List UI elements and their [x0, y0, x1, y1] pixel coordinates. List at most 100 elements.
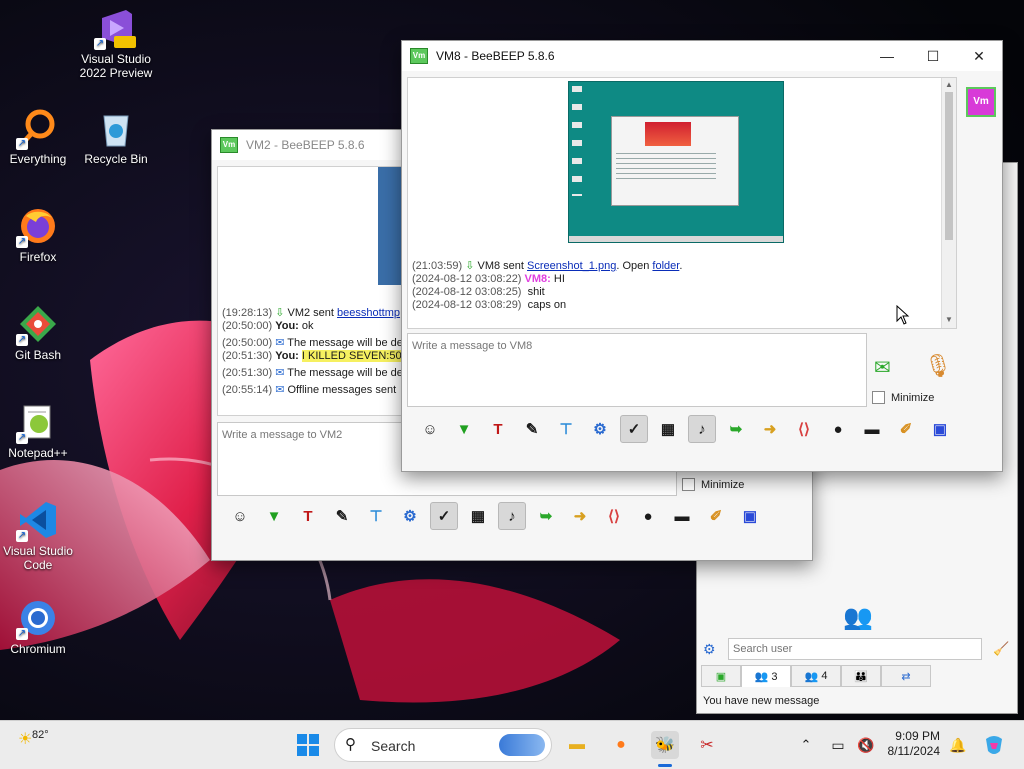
font-icon[interactable]: T [294, 502, 322, 530]
send-file-icon[interactable]: ➥ [722, 415, 750, 443]
vm8-titlebar[interactable]: Vm VM8 - BeeBEEP 5.8.6 — ☐ ✕ [402, 41, 1002, 71]
arrow-down-icon[interactable]: ▼ [450, 415, 478, 443]
scroll-up-icon[interactable]: ▲ [945, 78, 953, 91]
shortcut-arrow-icon: ↗ [16, 530, 28, 542]
thumbnail-window [611, 116, 739, 206]
desktop-icon-label: Chromium [10, 642, 66, 656]
thumbnail-desktop-icons [572, 86, 582, 196]
color-pencil-icon[interactable]: ✎ [328, 502, 356, 530]
vm2-file-link[interactable]: beesshottmp [337, 307, 400, 319]
desktop-icon-recycle-bin[interactable]: Recycle Bin [78, 108, 154, 166]
beebeep-taskbar-icon[interactable]: 🐝 [651, 731, 679, 759]
vm2-minimize-option[interactable]: Minimize [682, 478, 744, 491]
close-button[interactable]: ✕ [956, 41, 1002, 71]
taskbar-search[interactable]: ⚲ Search [334, 728, 552, 762]
minimize-button[interactable]: — [864, 41, 910, 71]
tab-groups[interactable]: 👥 4 [791, 665, 841, 687]
font-icon[interactable]: T [484, 415, 512, 443]
clock-date: 8/11/2024 [887, 744, 941, 758]
maximize-button[interactable]: ☐ [910, 41, 956, 71]
weather-widget[interactable]: ☀ 82° [18, 729, 58, 761]
vm8-folder-link[interactable]: folder [652, 260, 679, 272]
shortcut-arrow-icon: ↗ [16, 628, 28, 640]
tab-users[interactable]: 👥 3 [741, 665, 791, 687]
notes-icon[interactable]: ✐ [702, 502, 730, 530]
scrollbar-thumb[interactable] [945, 92, 953, 240]
desktop-icon-label: Firefox [19, 250, 57, 264]
chevron-up-icon[interactable]: ⌃ [792, 731, 820, 759]
terminal-icon[interactable]: ▬ [858, 415, 886, 443]
filter-icon[interactable]: ⊤ [552, 415, 580, 443]
search-user-input[interactable] [728, 638, 982, 660]
contacts-avatar-icon: 👥 [843, 604, 873, 631]
desktop-icon-vscode[interactable]: ↗ Visual Studio Code [0, 500, 76, 572]
vm8-file-link[interactable]: Screenshot_1.png [527, 260, 616, 272]
desktop-icon-chromium[interactable]: ↗ Chromium [0, 598, 76, 656]
screenshot-icon[interactable]: ● [634, 502, 662, 530]
desktop-icon-git-bash[interactable]: ↗ Git Bash [0, 304, 76, 362]
desktop-icon-label: Recycle Bin [84, 152, 148, 166]
terminal-icon[interactable]: ▬ [668, 502, 696, 530]
thumbnail-taskbar [569, 236, 783, 242]
desktop-icon-firefox[interactable]: ↗ Firefox [0, 206, 76, 264]
desktop-icon-label: Visual Studio Code [3, 544, 73, 572]
status-bar-text: You have new message [703, 695, 820, 707]
desktop-icon-everything[interactable]: ↗ Everything [0, 108, 76, 166]
network-tray-icon[interactable]: ▭ [824, 731, 852, 759]
snipping-tool-icon[interactable]: ✂ [693, 731, 721, 759]
minimize-checkbox[interactable] [872, 391, 885, 404]
vm8-screenshot-thumbnail[interactable] [568, 81, 784, 243]
users-icon: 👥 [754, 671, 769, 683]
groups-count: 4 [821, 670, 828, 682]
check-icon[interactable]: ✓ [620, 415, 648, 443]
volume-tray-icon[interactable]: 🔇 [852, 731, 880, 759]
save-icon[interactable]: ▣ [926, 415, 954, 443]
desktop-icon-label: Notepad++ [8, 446, 68, 460]
image-icon[interactable]: ▦ [654, 415, 682, 443]
filter-icon[interactable]: ⊤ [362, 502, 390, 530]
tab-online[interactable]: ▣ [701, 665, 741, 687]
music-icon[interactable]: ♪ [688, 415, 716, 443]
tab-network[interactable]: 👪 [841, 665, 881, 687]
save-icon[interactable]: ▣ [736, 502, 764, 530]
html-icon[interactable]: ⟨⟩ [600, 502, 628, 530]
notes-icon[interactable]: ✐ [892, 415, 920, 443]
tab-chats[interactable]: ⇄ [881, 665, 931, 687]
music-icon[interactable]: ♪ [498, 502, 526, 530]
notification-bell-icon[interactable]: 🔔 [944, 731, 972, 759]
send-message-button[interactable]: ✉ [874, 355, 908, 383]
copilot-icon[interactable] [980, 731, 1008, 759]
clock[interactable]: 9:09 PM 8/11/2024 [880, 729, 941, 759]
color-pencil-icon[interactable]: ✎ [518, 415, 546, 443]
network-icon: 👪 [854, 670, 868, 683]
vm8-toolbar: ☺ ▼ T ✎ ⊤ ⚙ ✓ ▦ ♪ ➥ ➜ ⟨⟩ ● ▬ ✐ ▣ [416, 415, 954, 443]
send-file-icon[interactable]: ➥ [532, 502, 560, 530]
vm8-minimize-option[interactable]: Minimize [872, 391, 934, 404]
html-icon[interactable]: ⟨⟩ [790, 415, 818, 443]
check-icon[interactable]: ✓ [430, 502, 458, 530]
emoticon-icon[interactable]: ☺ [416, 415, 444, 443]
firefox-taskbar-icon[interactable]: ● [607, 731, 635, 759]
voice-message-button[interactable]: 🎙 [924, 353, 952, 383]
vm8-avatar: Vm [966, 87, 996, 117]
clear-search-icon[interactable]: 🧹 [993, 641, 1009, 657]
vm8-message-input[interactable]: Write a message to VM8 [407, 333, 867, 407]
minimize-checkbox[interactable] [682, 478, 695, 491]
image-icon[interactable]: ▦ [464, 502, 492, 530]
file-explorer-icon[interactable]: ▬ [563, 731, 591, 759]
scroll-down-icon[interactable]: ▼ [945, 313, 953, 326]
vm2-log-line: (20:50:00) You: ok [222, 320, 314, 332]
folder-share-icon[interactable]: ➜ [566, 502, 594, 530]
emoticon-icon[interactable]: ☺ [226, 502, 254, 530]
settings-icon[interactable]: ⚙ [396, 502, 424, 530]
start-button[interactable] [296, 733, 320, 757]
arrow-down-icon[interactable]: ▼ [260, 502, 288, 530]
desktop-icon-visual-studio-2022[interactable]: ↗ Visual Studio 2022 Preview [78, 8, 154, 80]
settings-small-icon[interactable]: ⚙ [703, 641, 716, 658]
mail-icon: ✉ [275, 367, 285, 379]
screenshot-icon[interactable]: ● [824, 415, 852, 443]
folder-share-icon[interactable]: ➜ [756, 415, 784, 443]
settings-icon[interactable]: ⚙ [586, 415, 614, 443]
desktop-icon-notepad-plus-plus[interactable]: ↗ Notepad++ [0, 402, 76, 460]
vm8-chat-scrollbar[interactable]: ▲ ▼ [941, 78, 956, 328]
